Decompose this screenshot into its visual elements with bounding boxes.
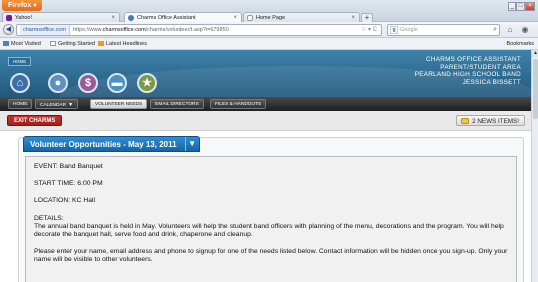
finance-nav-icon[interactable]: $ xyxy=(78,73,98,93)
menu-label: FILES & HANDOUTS xyxy=(215,102,262,107)
news-items-button[interactable]: 2 NEWS ITEMS! xyxy=(456,115,525,126)
menu-label: CALENDAR xyxy=(40,103,67,108)
scroll-up-icon[interactable]: ▲ xyxy=(532,50,538,57)
volunteer-panel-tab[interactable]: Volunteer Opportunities - May 13, 2011 ▼ xyxy=(23,136,200,152)
event-start-time: START TIME: 6:00 PM xyxy=(34,180,103,188)
window-close-button[interactable]: × xyxy=(525,2,535,11)
bookmark-latest-headlines[interactable]: Latest Headlines xyxy=(98,38,147,50)
browser-window: Firefox ▾ Yahoo! × Charms Office Assistan… xyxy=(0,0,538,282)
bookmarks-label: Bookmarks xyxy=(506,41,534,47)
menu-calendar[interactable]: CALENDAR ▼ xyxy=(35,99,79,109)
bookmark-getting-started[interactable]: Getting Started xyxy=(50,38,95,50)
firefox-label: Firefox xyxy=(8,2,32,9)
site-header: HOME ⌂ ● $ ▬ ★ CHARMS OFFICE ASSISTANT P… xyxy=(0,50,531,97)
home-nav-icon[interactable]: ⌂ xyxy=(10,73,30,93)
minimize-button[interactable]: _ xyxy=(508,2,516,11)
search-placeholder: Google xyxy=(400,27,418,33)
news-label: 2 NEWS ITEMS! xyxy=(472,118,519,125)
bookmark-icon xyxy=(3,40,9,46)
event-details: EVENT: Band Banquet START TIME: 6:00 PM … xyxy=(25,156,517,282)
title-bar: Firefox ▾ Yahoo! × Charms Office Assistan… xyxy=(0,0,538,23)
dropdown-arrow-icon[interactable]: ▾ xyxy=(368,27,371,33)
chevron-down-icon: ▼ xyxy=(68,102,74,108)
menu-volunteer-needs[interactable]: VOLUNTEER NEEDS xyxy=(90,99,148,109)
chevron-down-icon: ▾ xyxy=(33,3,37,9)
search-input[interactable]: g Google ⌕ xyxy=(387,24,500,36)
search-icon[interactable]: ⌕ xyxy=(493,25,497,35)
charms-favicon-icon xyxy=(128,15,134,21)
url-domain: charmsoffice.com xyxy=(102,27,146,33)
menu-email-directors[interactable]: EMAIL DIRECTORS xyxy=(150,99,204,109)
organization-name: PEARLAND HIGH SCHOOL BAND xyxy=(414,71,521,78)
event-location: LOCATION: KC Hall xyxy=(34,197,96,205)
area-name: PARENT/STUDENT AREA xyxy=(440,63,521,71)
details-label: DETAILS: xyxy=(34,214,64,222)
url-text: https://www.charmsoffice.com/charms/volu… xyxy=(73,27,229,33)
event-name: EVENT: Band Banquet xyxy=(34,163,103,170)
star-nav-icon[interactable]: ★ xyxy=(137,73,157,93)
app-name: CHARMS OFFICE ASSISTANT xyxy=(426,56,521,63)
main-content: Volunteer Opportunities - May 13, 2011 ▼… xyxy=(0,131,531,282)
url-actions: ☆ ▾ C xyxy=(361,25,377,35)
menu-label: VOLUNTEER NEEDS xyxy=(95,102,143,107)
scroll-thumb[interactable] xyxy=(533,59,538,119)
google-icon: g xyxy=(390,26,398,34)
menu-files-handouts[interactable]: FILES & HANDOUTS xyxy=(210,99,267,109)
bookmarks-menu[interactable]: Bookmarks xyxy=(506,38,534,50)
header-info: CHARMS OFFICE ASSISTANT PARENT/STUDENT A… xyxy=(415,56,521,86)
action-bar: EXIT CHARMS 2 NEWS ITEMS! xyxy=(0,111,531,131)
menu-label: EMAIL DIRECTORS xyxy=(155,102,199,107)
bookmark-label: Getting Started xyxy=(58,41,95,47)
details-text: The annual band banquet is held in May. … xyxy=(34,222,504,239)
url-path: /charms/volunteer/t.asp?i=679850 xyxy=(145,27,229,33)
tab-label: Charms Office Assistant xyxy=(137,15,196,21)
site-identity[interactable]: charmsoffice.com xyxy=(20,25,70,35)
user-nav-icon[interactable]: ● xyxy=(48,73,68,93)
yahoo-favicon-icon xyxy=(6,15,12,21)
page-icon xyxy=(50,40,56,46)
firefox-menu-button[interactable]: Firefox ▾ xyxy=(2,0,43,11)
chevron-down-icon[interactable]: ▼ xyxy=(184,137,199,151)
bookmark-label: Most Visited xyxy=(11,41,41,47)
navigation-toolbar: ◀ charmsoffice.com https://www.charmsoffi… xyxy=(0,22,538,38)
reload-icon[interactable]: C xyxy=(373,27,377,33)
rss-icon xyxy=(98,40,104,46)
bookmark-label: Latest Headlines xyxy=(106,41,147,47)
exit-charms-button[interactable]: EXIT CHARMS xyxy=(7,115,63,126)
user-name: JESSICA BISSETT xyxy=(462,78,521,86)
back-button[interactable]: ◀ xyxy=(3,24,14,35)
chat-bubble-icon xyxy=(461,118,470,124)
tab-label: Yahoo! xyxy=(15,15,33,21)
tab-label: Home Page xyxy=(256,15,286,21)
home-badge[interactable]: HOME xyxy=(8,57,31,66)
page-favicon-icon xyxy=(247,15,253,21)
site-menu: HOME CALENDAR ▼ VOLUNTEER NEEDS EMAIL DIR… xyxy=(0,97,531,111)
signup-instructions: Please enter your name, email address an… xyxy=(34,248,508,264)
volunteer-panel: Volunteer Opportunities - May 13, 2011 ▼… xyxy=(18,136,524,282)
home-icon[interactable]: ⌂ xyxy=(505,25,515,35)
address-bar[interactable]: charmsoffice.com https://www.charmsoffice… xyxy=(16,24,382,36)
maximize-button[interactable]: □ xyxy=(516,2,525,11)
bookmark-star-icon[interactable]: ☆ xyxy=(361,27,366,33)
url-prefix: https://www. xyxy=(73,27,103,33)
panel-title: Volunteer Opportunities - May 13, 2011 xyxy=(30,140,177,149)
menu-home[interactable]: HOME xyxy=(8,99,33,109)
bookmark-most-visited[interactable]: Most Visited xyxy=(3,38,41,50)
addon-icon[interactable]: ◉ xyxy=(520,25,530,35)
menu-label: HOME xyxy=(13,102,28,107)
bus-nav-icon[interactable]: ▬ xyxy=(107,73,127,93)
page-scrollbar[interactable]: ▲ xyxy=(531,50,538,282)
bookmarks-toolbar: Most Visited Getting Started Latest Head… xyxy=(0,38,538,50)
